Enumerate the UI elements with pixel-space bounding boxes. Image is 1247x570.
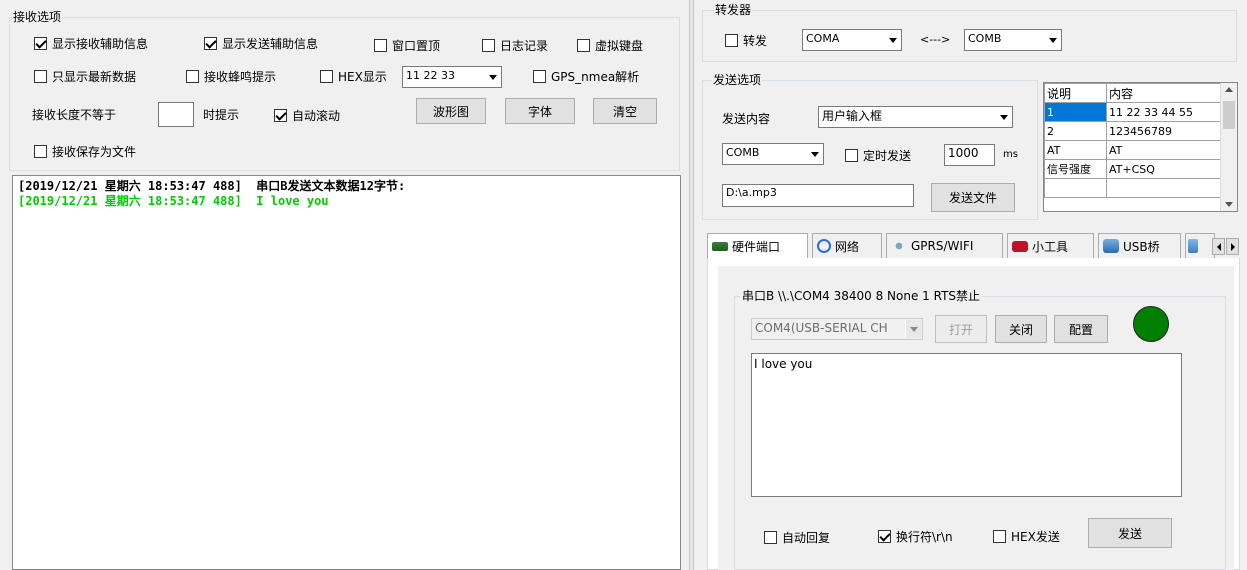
log-checkbox[interactable]: 日志记录 — [482, 37, 548, 53]
file-path-input[interactable]: D:\a.mp3 — [722, 184, 914, 207]
table-header-cell: 内容 — [1106, 83, 1223, 103]
chevron-left-icon — [1216, 242, 1221, 251]
send-input-text: I love you — [754, 357, 813, 371]
table-cell[interactable]: 1 — [1044, 102, 1107, 122]
scroll-thumb[interactable] — [1223, 101, 1235, 129]
network-icon — [817, 239, 831, 253]
tab-network[interactable]: 网络 — [812, 233, 882, 259]
tab-scroll-right-button[interactable] — [1226, 238, 1239, 255]
tab-usb-bridge[interactable]: USB桥 — [1098, 233, 1181, 259]
show-rx-info-checkbox[interactable]: 显示接收辅助信息 — [34, 35, 148, 51]
clear-button[interactable]: 清空 — [593, 98, 657, 124]
tab-gprs-wifi[interactable]: GPRS/WIFI — [886, 233, 1003, 259]
table-cell[interactable] — [1044, 178, 1107, 198]
virtual-keyboard-checkbox[interactable]: 虚拟键盘 — [577, 37, 643, 53]
chevron-down-icon — [484, 68, 500, 86]
gps-nmea-checkbox[interactable]: GPS_nmea解析 — [533, 68, 639, 84]
tab-overflow[interactable] — [1185, 233, 1215, 259]
toolbox-icon — [1012, 240, 1028, 252]
auto-reply-checkbox[interactable]: 自动回复 — [764, 529, 830, 545]
table-cell[interactable]: 2 — [1044, 121, 1107, 141]
forward-port-b-select[interactable]: COMB — [964, 29, 1062, 51]
length-input[interactable] — [158, 102, 194, 127]
send-button[interactable]: 发送 — [1088, 518, 1172, 548]
table-scrollbar[interactable] — [1220, 83, 1237, 211]
table-cell[interactable]: AT+CSQ — [1106, 159, 1223, 179]
timed-send-checkbox[interactable]: 定时发送 — [845, 147, 911, 163]
save-to-file-checkbox[interactable]: 接收保存为文件 — [34, 143, 136, 159]
chevron-down-icon — [884, 31, 900, 49]
scroll-up-icon[interactable] — [1225, 87, 1233, 92]
chevron-down-icon — [995, 108, 1011, 126]
send-input-area[interactable]: I love you — [751, 353, 1182, 497]
send-file-button[interactable]: 发送文件 — [931, 183, 1015, 212]
hex-display-checkbox[interactable]: HEX显示 — [320, 68, 387, 84]
send-options-title: 发送选项 — [712, 73, 763, 87]
chevron-down-icon — [905, 320, 921, 338]
table-cell[interactable]: 信号强度 — [1044, 159, 1107, 179]
table-cell[interactable]: AT — [1106, 140, 1223, 160]
send-content-label: 发送内容 — [722, 112, 771, 126]
chevron-down-icon — [806, 145, 822, 163]
table-cell[interactable] — [1106, 178, 1223, 198]
config-port-button[interactable]: 配置 — [1054, 315, 1108, 343]
forward-checkbox[interactable]: 转发 — [725, 32, 767, 48]
tab-hardware-port[interactable]: 硬件端口 — [707, 233, 808, 259]
forward-arrow: <---> — [920, 33, 951, 46]
hex-sample-select[interactable]: 11 22 33 — [402, 66, 502, 88]
interval-unit: ms — [1003, 149, 1018, 160]
close-port-button[interactable]: 关闭 — [995, 315, 1047, 343]
table-cell[interactable]: 123456789 — [1106, 121, 1223, 141]
table-row[interactable] — [1044, 178, 1223, 198]
port-status-indicator — [1133, 306, 1169, 342]
tab-tools[interactable]: 小工具 — [1007, 233, 1094, 259]
command-table[interactable]: 说明 内容 1 11 22 33 44 55 2 123456789 AT AT 信号强度 AT+… — [1043, 82, 1238, 212]
interval-input[interactable]: 1000 — [944, 144, 995, 166]
table-cell[interactable]: AT — [1044, 140, 1107, 160]
forwarder-title: 转发器 — [714, 3, 753, 17]
open-port-button[interactable]: 打开 — [935, 315, 987, 343]
receive-options-title: 接收选项 — [12, 10, 63, 24]
send-port-select[interactable]: COMB — [722, 143, 824, 165]
usb-icon — [1103, 239, 1119, 253]
table-row[interactable]: 信号强度 AT+CSQ — [1044, 159, 1223, 179]
overflow-tab-icon — [1188, 239, 1198, 253]
log-lines: [2019/12/21 星期六 18:53:47 488] 串口B发送文本数据1… — [18, 179, 675, 209]
serial-port-title: 串口B \\.\COM4 38400 8 None 1 RTS禁止 — [741, 289, 982, 303]
log-line: [2019/12/21 星期六 18:53:47 488] I love you — [18, 194, 329, 208]
autoscroll-checkbox[interactable]: 自动滚动 — [274, 107, 340, 123]
newline-checkbox[interactable]: 换行符\r\n — [878, 528, 953, 544]
forward-port-a-select[interactable]: COMA — [802, 29, 902, 51]
table-cell[interactable]: 11 22 33 44 55 — [1106, 102, 1223, 122]
waveform-button[interactable]: 波形图 — [416, 98, 486, 124]
send-content-select[interactable]: 用户输入框 — [818, 106, 1013, 128]
table-row[interactable]: 2 123456789 — [1044, 121, 1223, 141]
font-button[interactable]: 字体 — [505, 98, 575, 124]
table-row[interactable]: AT AT — [1044, 140, 1223, 160]
panel-divider[interactable] — [689, 0, 694, 570]
length-prefix-label: 接收长度不等于 — [32, 108, 117, 122]
serial-port-select[interactable]: COM4(USB-SERIAL CH — [751, 318, 923, 340]
length-suffix-label: 时提示 — [203, 108, 240, 122]
scroll-down-icon[interactable] — [1225, 202, 1233, 207]
topmost-checkbox[interactable]: 窗口置顶 — [374, 37, 440, 53]
receive-options-panel: 接收选项 显示接收辅助信息 显示发送辅助信息 窗口置顶 日志记录 虚拟键盘 只显… — [0, 0, 688, 570]
tab-scroll-left-button[interactable] — [1212, 238, 1225, 255]
table-header-row: 说明 内容 — [1044, 83, 1223, 103]
table-header-cell: 说明 — [1044, 83, 1107, 103]
log-line: [2019/12/21 星期六 18:53:47 488] 串口B发送文本数据1… — [18, 179, 406, 193]
show-tx-info-checkbox[interactable]: 显示发送辅助信息 — [204, 35, 318, 51]
latest-only-checkbox[interactable]: 只显示最新数据 — [34, 68, 136, 84]
receive-log[interactable]: [2019/12/21 星期六 18:53:47 488] 串口B发送文本数据1… — [12, 175, 681, 570]
chevron-right-icon — [1230, 242, 1235, 251]
hex-send-checkbox[interactable]: HEX发送 — [993, 528, 1060, 544]
beep-checkbox[interactable]: 接收蜂鸣提示 — [186, 68, 276, 84]
table-row[interactable]: 1 11 22 33 44 55 — [1044, 102, 1223, 122]
chevron-down-icon — [1044, 31, 1060, 49]
antenna-icon — [891, 239, 907, 253]
hardware-port-icon — [712, 241, 728, 251]
